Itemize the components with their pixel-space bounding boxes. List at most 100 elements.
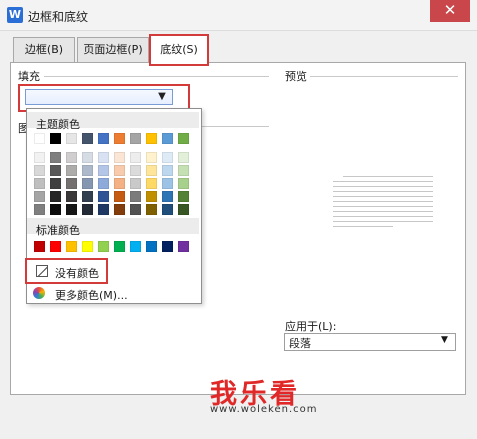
apply-to-value: 段落: [289, 337, 311, 350]
theme-shade-swatch[interactable]: [34, 152, 45, 163]
theme-shade-swatch[interactable]: [162, 165, 173, 176]
theme-shade-swatch[interactable]: [162, 178, 173, 189]
theme-shade-swatch[interactable]: [114, 191, 125, 202]
theme-shade-swatch[interactable]: [130, 191, 141, 202]
standard-color-swatch[interactable]: [146, 241, 157, 252]
theme-shade-swatch[interactable]: [98, 165, 109, 176]
theme-shade-swatch[interactable]: [82, 152, 93, 163]
theme-shade-swatch[interactable]: [98, 178, 109, 189]
preview-text-line: [333, 191, 433, 192]
more-colors-option[interactable]: 更多颜色(M)...: [55, 287, 128, 303]
fill-group-divider: [44, 76, 269, 77]
theme-colors-title: 主题颜色: [36, 118, 80, 131]
theme-color-swatch[interactable]: [34, 133, 45, 144]
theme-shade-swatch[interactable]: [66, 152, 77, 163]
tab-border[interactable]: 边框(B): [13, 37, 75, 62]
standard-color-swatch[interactable]: [98, 241, 109, 252]
theme-shade-swatch[interactable]: [34, 165, 45, 176]
chevron-down-icon[interactable]: ▼: [441, 335, 448, 345]
preview-text-line: [333, 226, 393, 227]
theme-shade-swatch[interactable]: [66, 204, 77, 215]
preview-text-line: [333, 186, 433, 187]
theme-shade-swatch[interactable]: [34, 204, 45, 215]
preview-text-line: [333, 211, 433, 212]
theme-shade-swatch[interactable]: [146, 178, 157, 189]
theme-shade-swatch[interactable]: [130, 152, 141, 163]
theme-shade-swatch[interactable]: [130, 204, 141, 215]
theme-shade-swatch[interactable]: [98, 204, 109, 215]
preview-text-line: [333, 201, 433, 202]
theme-shade-swatch[interactable]: [50, 165, 61, 176]
theme-shade-swatch[interactable]: [50, 204, 61, 215]
theme-shade-swatch[interactable]: [114, 178, 125, 189]
theme-shade-swatch[interactable]: [114, 152, 125, 163]
apply-to-label: 应用于(L):: [285, 320, 337, 333]
theme-shade-swatch[interactable]: [98, 191, 109, 202]
theme-shade-swatch[interactable]: [178, 165, 189, 176]
theme-shade-swatch[interactable]: [146, 191, 157, 202]
fill-color-select[interactable]: [25, 89, 173, 105]
theme-shade-swatch[interactable]: [130, 165, 141, 176]
theme-color-swatch[interactable]: [162, 133, 173, 144]
theme-shade-swatch[interactable]: [34, 191, 45, 202]
preview-text-line: [333, 216, 433, 217]
theme-shade-swatch[interactable]: [34, 178, 45, 189]
standard-color-swatch[interactable]: [114, 241, 125, 252]
standard-color-swatch[interactable]: [178, 241, 189, 252]
theme-shade-swatch[interactable]: [66, 191, 77, 202]
theme-shade-swatch[interactable]: [178, 178, 189, 189]
theme-shade-swatch[interactable]: [114, 165, 125, 176]
preview-text-line: [333, 206, 433, 207]
no-color-label: 没有颜色: [55, 267, 99, 280]
theme-shade-swatch[interactable]: [114, 204, 125, 215]
color-wheel-icon[interactable]: [33, 287, 45, 299]
theme-shade-swatch[interactable]: [66, 165, 77, 176]
theme-shade-swatch[interactable]: [82, 178, 93, 189]
preview-text-line: [343, 176, 433, 177]
theme-shade-swatch[interactable]: [82, 165, 93, 176]
theme-shade-swatch[interactable]: [50, 191, 61, 202]
theme-shade-swatch[interactable]: [162, 191, 173, 202]
theme-shade-swatch[interactable]: [178, 191, 189, 202]
theme-shade-swatch[interactable]: [178, 204, 189, 215]
preview-text-line: [333, 181, 433, 182]
tab-shading[interactable]: 底纹(S): [149, 34, 209, 66]
theme-shade-swatch[interactable]: [66, 178, 77, 189]
standard-color-swatch[interactable]: [66, 241, 77, 252]
watermark-url: www.woleken.com: [210, 404, 318, 415]
standard-color-swatch[interactable]: [130, 241, 141, 252]
preview-text-line: [333, 221, 433, 222]
theme-color-swatch[interactable]: [82, 133, 93, 144]
theme-shade-swatch[interactable]: [146, 165, 157, 176]
theme-color-swatch[interactable]: [146, 133, 157, 144]
no-color-icon: [36, 265, 48, 277]
theme-color-swatch[interactable]: [66, 133, 77, 144]
theme-color-swatch[interactable]: [114, 133, 125, 144]
theme-color-swatch[interactable]: [130, 133, 141, 144]
theme-color-swatch[interactable]: [178, 133, 189, 144]
standard-colors-title: 标准颜色: [36, 224, 80, 237]
theme-shade-swatch[interactable]: [98, 152, 109, 163]
theme-shade-swatch[interactable]: [82, 204, 93, 215]
theme-color-swatch[interactable]: [98, 133, 109, 144]
theme-shade-swatch[interactable]: [162, 204, 173, 215]
standard-color-swatch[interactable]: [34, 241, 45, 252]
theme-shade-swatch[interactable]: [146, 204, 157, 215]
theme-color-swatch[interactable]: [50, 133, 61, 144]
theme-shade-swatch[interactable]: [82, 191, 93, 202]
tab-page-border[interactable]: 页面边框(P): [77, 37, 149, 62]
preview-text-line: [333, 196, 433, 197]
standard-color-swatch[interactable]: [50, 241, 61, 252]
chevron-down-icon[interactable]: ▼: [154, 89, 170, 105]
fill-group-label: 填充: [18, 70, 40, 83]
theme-shade-swatch[interactable]: [178, 152, 189, 163]
preview-divider: [310, 76, 458, 77]
standard-color-swatch[interactable]: [82, 241, 93, 252]
theme-shade-swatch[interactable]: [50, 178, 61, 189]
close-button[interactable]: ✕: [430, 0, 470, 22]
theme-shade-swatch[interactable]: [130, 178, 141, 189]
theme-shade-swatch[interactable]: [146, 152, 157, 163]
standard-color-swatch[interactable]: [162, 241, 173, 252]
theme-shade-swatch[interactable]: [50, 152, 61, 163]
theme-shade-swatch[interactable]: [162, 152, 173, 163]
